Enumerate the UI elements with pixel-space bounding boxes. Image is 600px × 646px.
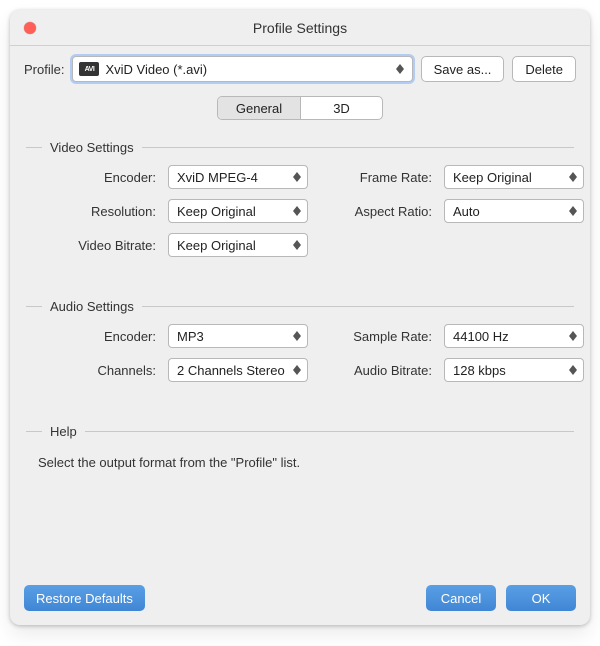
sample-rate-select[interactable]: 44100 Hz xyxy=(444,324,584,348)
tab-general[interactable]: General xyxy=(218,97,300,119)
audio-bitrate-select[interactable]: 128 kbps xyxy=(444,358,584,382)
audio-encoder-select[interactable]: MP3 xyxy=(168,324,308,348)
content-area: General 3D Video Settings Encoder: XviD … xyxy=(10,92,590,573)
channels-select[interactable]: 2 Channels Stereo xyxy=(168,358,308,382)
video-settings-title: Video Settings xyxy=(42,140,142,155)
audio-settings-title: Audio Settings xyxy=(42,299,142,314)
video-encoder-select[interactable]: XviD MPEG-4 xyxy=(168,165,308,189)
tab-row: General 3D xyxy=(26,92,574,134)
cancel-button[interactable]: Cancel xyxy=(426,585,496,611)
help-text: Select the output format from the "Profi… xyxy=(26,449,574,476)
frame-rate-label: Frame Rate: xyxy=(316,170,436,185)
save-as-button[interactable]: Save as... xyxy=(421,56,505,82)
video-bitrate-label: Video Bitrate: xyxy=(30,238,160,253)
avi-file-icon: AVI xyxy=(79,62,99,76)
tab-segmented-control: General 3D xyxy=(217,96,383,120)
video-bitrate-select[interactable]: Keep Original xyxy=(168,233,308,257)
window-title: Profile Settings xyxy=(253,20,347,36)
help-title: Help xyxy=(42,424,85,439)
tab-3d[interactable]: 3D xyxy=(300,97,382,119)
profile-label: Profile: xyxy=(24,62,64,77)
ok-button[interactable]: OK xyxy=(506,585,576,611)
chevron-updown-icon xyxy=(293,240,301,250)
chevron-updown-icon xyxy=(293,206,301,216)
video-settings-grid: Encoder: XviD MPEG-4 Frame Rate: Keep Or… xyxy=(26,165,574,257)
profile-select[interactable]: AVI XviD Video (*.avi) xyxy=(72,56,412,82)
chevron-updown-icon xyxy=(293,331,301,341)
video-encoder-label: Encoder: xyxy=(30,170,160,185)
profile-settings-window: Profile Settings Profile: AVI XviD Video… xyxy=(10,10,590,625)
help-header: Help xyxy=(26,424,574,439)
frame-rate-select[interactable]: Keep Original xyxy=(444,165,584,189)
chevron-updown-icon xyxy=(569,172,577,182)
chevron-updown-icon xyxy=(293,365,301,375)
profile-select-value: XviD Video (*.avi) xyxy=(105,62,389,77)
video-settings-header: Video Settings xyxy=(26,140,574,155)
footer: Restore Defaults Cancel OK xyxy=(10,573,590,625)
channels-label: Channels: xyxy=(30,363,160,378)
audio-settings-grid: Encoder: MP3 Sample Rate: 44100 Hz Chann… xyxy=(26,324,574,382)
aspect-ratio-label: Aspect Ratio: xyxy=(316,204,436,219)
profile-row: Profile: AVI XviD Video (*.avi) Save as.… xyxy=(10,46,590,92)
aspect-ratio-select[interactable]: Auto xyxy=(444,199,584,223)
close-icon[interactable] xyxy=(24,22,36,34)
resolution-label: Resolution: xyxy=(30,204,160,219)
audio-bitrate-label: Audio Bitrate: xyxy=(316,363,436,378)
audio-settings-header: Audio Settings xyxy=(26,299,574,314)
chevron-updown-icon xyxy=(396,64,404,74)
chevron-updown-icon xyxy=(293,172,301,182)
chevron-updown-icon xyxy=(569,206,577,216)
resolution-select[interactable]: Keep Original xyxy=(168,199,308,223)
delete-button[interactable]: Delete xyxy=(512,56,576,82)
restore-defaults-button[interactable]: Restore Defaults xyxy=(24,585,145,611)
chevron-updown-icon xyxy=(569,331,577,341)
audio-encoder-label: Encoder: xyxy=(30,329,160,344)
chevron-updown-icon xyxy=(569,365,577,375)
titlebar: Profile Settings xyxy=(10,10,590,46)
sample-rate-label: Sample Rate: xyxy=(316,329,436,344)
